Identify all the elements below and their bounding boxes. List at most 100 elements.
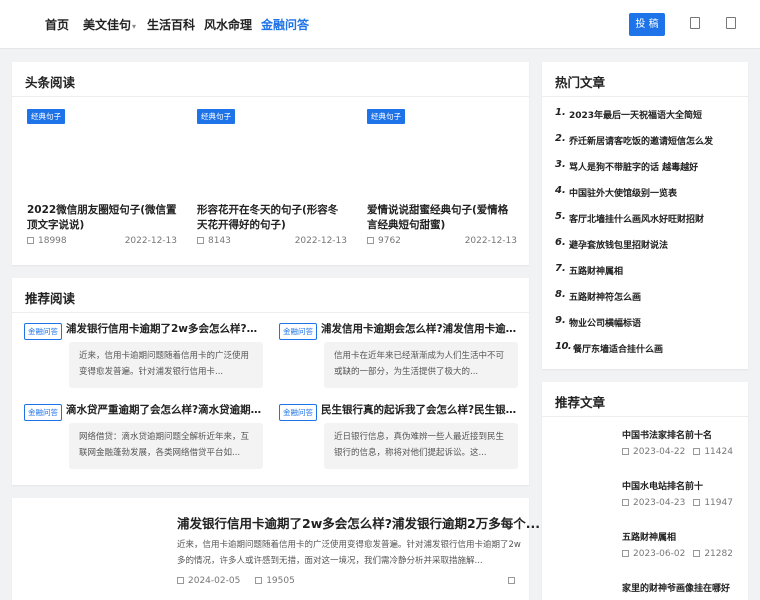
- thumbnail[interactable]: 经典句子: [197, 109, 347, 199]
- recommended-item[interactable]: 金融问答 民生银行真的起诉我了会怎么样?民生银... 近日银行信息，真伪难辨一些…: [279, 404, 519, 474]
- nav-item-fengshui[interactable]: 风水命理: [204, 16, 252, 33]
- hot-article-item[interactable]: 10. 餐厅东墙适合挂什么画: [555, 341, 745, 355]
- article-title[interactable]: 中国驻外大使馆级别一览表: [569, 186, 677, 199]
- article-title[interactable]: 物业公司横幅标语: [569, 316, 641, 329]
- article-title[interactable]: 中国书法家排名前十名: [622, 428, 747, 441]
- rank-number: 3.: [555, 159, 566, 170]
- view-count: 21282: [693, 549, 733, 559]
- hot-article-item[interactable]: 9. 物业公司横幅标语: [555, 315, 745, 329]
- nav-item-finance[interactable]: 金融问答: [261, 16, 309, 33]
- article-excerpt: 信用卡在近年来已经渐渐成为人们生活中不可或缺的一部分，为生活提供了极大的...: [324, 342, 518, 388]
- side-article-item[interactable]: 五路财神属相 2023-06-02 21282: [622, 530, 747, 559]
- section-title: 头条阅读: [25, 75, 76, 90]
- article-meta: 9762 2022-12-13: [367, 236, 517, 248]
- article-excerpt: 近来，信用卡逾期问题随着信用卡的广泛使用变得愈发普遍。针对浦发银行信用卡...: [69, 342, 263, 388]
- headline-item[interactable]: 经典句子 形容花开在冬天的句子(形容冬天花开得好的句子) 8143 2022-1…: [197, 109, 347, 248]
- side-recommended-section: 推荐文章 中国书法家排名前十名 2023-04-22 11424 中国水电站排名前…: [542, 382, 748, 600]
- search-icon[interactable]: [690, 17, 700, 29]
- category-tag[interactable]: 金融问答: [24, 404, 62, 421]
- view-count: 19505: [255, 576, 295, 586]
- hot-article-item[interactable]: 1. 2023年最后一天祝福语大全简短: [555, 107, 745, 121]
- rank-number: 9.: [555, 315, 566, 326]
- article-excerpt: 网络借贷：滴水贷逾期问题全解析近年来，互联网金融蓬勃发展，各类网络借贷平台如..…: [69, 423, 263, 469]
- divider: [542, 416, 748, 417]
- publish-date: 2022-12-13: [294, 236, 347, 246]
- hot-article-item[interactable]: 2. 乔迁新居请客吃饭的邀请短信怎么发: [555, 133, 745, 147]
- article-title[interactable]: 2023年最后一天祝福语大全简短: [569, 108, 702, 121]
- article-title[interactable]: 民生银行真的起诉我了会怎么样?民生银...: [321, 404, 517, 417]
- hot-article-item[interactable]: 3. 骂人是狗不带脏字的话 越毒越好: [555, 159, 745, 173]
- headline-item[interactable]: 经典句子 2022微信朋友圈短句子(微信置顶文字说说) 18998 2022-1…: [27, 109, 177, 248]
- article-title[interactable]: 浦发信用卡逾期会怎么样?浦发信用卡逾...: [321, 323, 517, 336]
- article-title[interactable]: 2022微信朋友圈短句子(微信置顶文字说说): [27, 203, 177, 233]
- nav-item-home[interactable]: 首页: [45, 16, 69, 33]
- rank-number: 6.: [555, 237, 566, 248]
- clock-icon: [177, 577, 184, 584]
- section-title: 热门文章: [555, 75, 606, 90]
- view-count-value: 21282: [704, 549, 733, 559]
- view-count-value: 11424: [704, 447, 733, 457]
- article-title[interactable]: 避孕套放钱包里招财说法: [569, 238, 668, 251]
- article-title[interactable]: 餐厅东墙适合挂什么画: [573, 342, 663, 355]
- publish-date: 2022-12-13: [464, 236, 517, 246]
- side-article-item[interactable]: 中国书法家排名前十名 2023-04-22 11424: [622, 428, 747, 457]
- category-tag[interactable]: 金融问答: [279, 323, 317, 340]
- view-count-value: 18998: [38, 236, 67, 246]
- thumbnail[interactable]: 经典句子: [27, 109, 177, 199]
- article-title[interactable]: 家里的财神爷画像挂在哪好: [622, 581, 747, 594]
- category-tag[interactable]: 经典句子: [27, 109, 65, 124]
- section-title: 推荐文章: [555, 395, 606, 410]
- category-tag[interactable]: 经典句子: [197, 109, 235, 124]
- category-tag[interactable]: 金融问答: [24, 323, 62, 340]
- article-title[interactable]: 爱情说说甜蜜经典句子(爱情格言经典短句甜蜜): [367, 203, 517, 233]
- nav-item-life[interactable]: 生活百科: [147, 16, 195, 33]
- publish-date: 2022-12-13: [124, 236, 177, 246]
- article-title[interactable]: 五路财神属相: [622, 530, 747, 543]
- section-title: 推荐阅读: [25, 291, 76, 306]
- headline-item[interactable]: 经典句子 爱情说说甜蜜经典句子(爱情格言经典短句甜蜜) 9762 2022-12…: [367, 109, 517, 248]
- share-icon[interactable]: [508, 577, 515, 584]
- divider: [12, 312, 529, 313]
- article-title[interactable]: 乔迁新居请客吃饭的邀请短信怎么发: [569, 134, 713, 147]
- article-meta: 2023-06-02 21282: [622, 549, 747, 559]
- article-title[interactable]: 客厅北墙挂什么画风水好旺财招财: [569, 212, 704, 225]
- thumbnail[interactable]: 经典句子: [367, 109, 517, 199]
- article-title[interactable]: 骂人是狗不带脏字的话 越毒越好: [569, 160, 698, 173]
- nav-item-quotes[interactable]: 美文佳句▾: [83, 16, 136, 33]
- hot-articles-section: 热门文章 1. 2023年最后一天祝福语大全简短 2. 乔迁新居请客吃饭的邀请短信怎…: [542, 62, 748, 369]
- submit-article-button[interactable]: 投 稿: [629, 13, 665, 36]
- hot-article-item[interactable]: 6. 避孕套放钱包里招财说法: [555, 237, 745, 251]
- publish-date: 2023-04-22: [633, 447, 686, 457]
- article-title[interactable]: 五路财神属相: [569, 264, 623, 277]
- article-title[interactable]: 五路财神符怎么画: [569, 290, 641, 303]
- recommended-item[interactable]: 金融问答 滴水贷严重逾期了会怎么样?滴水贷逾期... 网络借贷：滴水贷逾期问题全…: [24, 404, 264, 474]
- article-meta: 2023-04-22 11424: [622, 447, 747, 457]
- category-tag[interactable]: 金融问答: [279, 404, 317, 421]
- article-title[interactable]: 形容花开在冬天的句子(形容冬天花开得好的句子): [197, 203, 347, 233]
- user-icon[interactable]: [726, 17, 736, 29]
- side-article-item[interactable]: 中国水电站排名前十 2023-04-23 11947: [622, 479, 747, 508]
- article-title[interactable]: 浦发银行信用卡逾期了2w多会怎么样?浦...: [66, 323, 262, 336]
- recommended-item[interactable]: 金融问答 浦发信用卡逾期会怎么样?浦发信用卡逾... 信用卡在近年来已经渐渐成为…: [279, 323, 519, 393]
- side-article-item[interactable]: 家里的财神爷画像挂在哪好: [622, 581, 747, 594]
- hot-article-item[interactable]: 4. 中国驻外大使馆级别一览表: [555, 185, 745, 199]
- hot-article-item[interactable]: 7. 五路财神属相: [555, 263, 745, 277]
- publish-date: 2023-06-02: [633, 549, 686, 559]
- rank-number: 2.: [555, 133, 566, 144]
- view-count: 8143: [197, 236, 231, 246]
- article-excerpt: 近日银行信息，真伪难辨一些人最近接到民生银行的信息，称将对他们提起诉讼。这...: [324, 423, 518, 469]
- article-title[interactable]: 中国水电站排名前十: [622, 479, 747, 492]
- view-count-value: 9762: [378, 236, 401, 246]
- article-title[interactable]: 滴水贷严重逾期了会怎么样?滴水贷逾期...: [66, 404, 262, 417]
- eye-icon: [255, 577, 263, 584]
- hot-article-item[interactable]: 8. 五路财神符怎么画: [555, 289, 745, 303]
- view-count-value: 11947: [704, 498, 733, 508]
- article-title[interactable]: 浦发银行信用卡逾期了2w多会怎么样?浦发银行逾期2万多每个...: [177, 513, 540, 532]
- category-tag[interactable]: 经典句子: [367, 109, 405, 124]
- view-count-value: 8143: [208, 236, 231, 246]
- recommended-item[interactable]: 金融问答 浦发银行信用卡逾期了2w多会怎么样?浦... 近来，信用卡逾期问题随着…: [24, 323, 264, 393]
- headline-section: 头条阅读 经典句子 2022微信朋友圈短句子(微信置顶文字说说) 18998 2…: [12, 62, 529, 265]
- featured-article[interactable]: 浦发银行信用卡逾期了2w多会怎么样?浦发银行逾期2万多每个... 近来，信用卡逾…: [12, 498, 540, 600]
- hot-article-item[interactable]: 5. 客厅北墙挂什么画风水好旺财招财: [555, 211, 745, 225]
- eye-icon: [197, 237, 204, 244]
